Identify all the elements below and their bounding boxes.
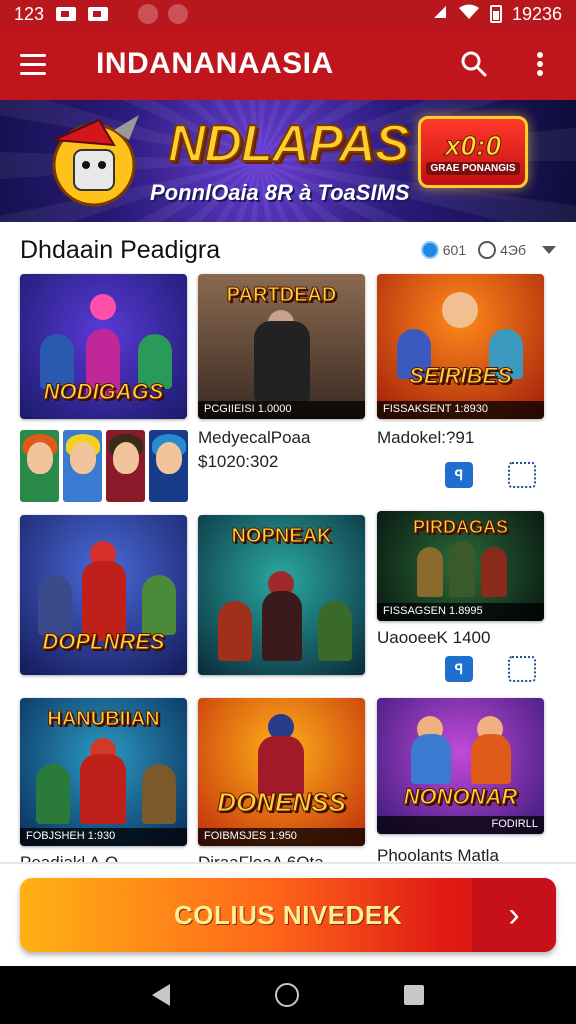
section-title: Dhdaain Peadigra — [20, 235, 221, 264]
character-thumb[interactable] — [149, 430, 188, 502]
character-thumb[interactable] — [106, 430, 145, 502]
section-header: Dhdaain Peadigra 601 4Эб — [0, 230, 576, 270]
tile-title: DOPLNRES — [42, 629, 165, 655]
status-time-left: 123 — [14, 3, 45, 24]
badge-label: GRAE PONANGIS — [426, 161, 520, 175]
notification-icon — [56, 7, 77, 21]
signal-icon — [432, 4, 448, 25]
tile-title: NODIGAGS — [43, 379, 164, 405]
toggle-icon — [420, 241, 439, 259]
system-nav-bar — [0, 966, 576, 1024]
banner-title: NDLAPAS — [167, 114, 410, 174]
back-icon[interactable] — [152, 984, 171, 1006]
tile-footer: PCGIIEISI 1.0000 — [198, 401, 365, 419]
tile-title: HANUBIIAN — [47, 708, 160, 731]
filter-toggle[interactable]: 601 — [420, 241, 467, 259]
badge-amount: x0:0 — [444, 129, 502, 161]
select-button[interactable] — [508, 462, 536, 488]
tile-title: NONONAR — [403, 784, 518, 810]
tile-title: PARTDEAD — [226, 284, 337, 307]
tile-footer: FISSAKSENT 1:8930 — [377, 401, 544, 419]
game-tile[interactable]: NONONAR FODIRLL — [377, 698, 544, 834]
game-tile[interactable]: DOPLNRES — [20, 515, 187, 675]
wifi-icon — [458, 4, 480, 25]
tile-footer: FISSAGSEN 1.8995 — [377, 603, 544, 621]
comments-button[interactable]: 4Эб — [478, 241, 526, 259]
game-tile[interactable]: NOPNEAK — [198, 515, 365, 675]
status-time-right: 19236 — [511, 3, 562, 24]
banner-subtitle: PonnlOaia 8R à ToaSIMS — [150, 180, 410, 205]
comments-count: 4Эб — [500, 242, 526, 258]
game-tile[interactable]: PARTDEAD PCGIIEISI 1.0000 — [198, 274, 365, 419]
tile-footer: FOBJSHEH 1:930 — [20, 828, 187, 846]
game-tile[interactable]: PIRDAGAS FISSAGSEN 1.8995 — [377, 511, 544, 621]
character-thumbnails — [20, 430, 188, 502]
download-button[interactable]: ꟼ — [445, 656, 473, 682]
tile-footer: FOIBMSJES 1:950 — [198, 828, 365, 846]
recent-apps-icon[interactable] — [403, 985, 424, 1005]
more-options-icon[interactable] — [524, 48, 556, 80]
chevron-right-icon: › — [472, 878, 556, 952]
tile-title: DONENSS — [217, 787, 347, 818]
bonus-badge[interactable]: x0:0 GRAE PONANGIS — [418, 116, 528, 188]
filter-count: 601 — [442, 242, 467, 258]
tile-title: NOPNEAK — [231, 525, 332, 548]
promo-banner[interactable]: NDLAPAS PonnlOaia 8R à ToaSIMS x0:0 GRAE… — [0, 100, 576, 222]
cta-label: COLIUS NIVEDEK — [173, 899, 403, 930]
menu-icon[interactable] — [20, 46, 56, 82]
tile-caption: Madokel:?91 — [377, 428, 475, 447]
notification-icon — [88, 7, 109, 21]
cta-button[interactable]: COLIUS NIVEDEK › — [20, 878, 556, 952]
character-thumb[interactable] — [20, 430, 59, 502]
battery-icon — [489, 5, 502, 23]
app-bar: INDANANAASIA — [0, 28, 576, 100]
tile-caption: UaooeeK 1400 — [377, 628, 491, 647]
app-title: INDANANAASIA — [96, 47, 334, 80]
status-indicator — [168, 4, 189, 24]
tile-caption: MedyecalPoaa — [198, 428, 311, 447]
chevron-down-icon[interactable] — [542, 246, 556, 254]
divider — [0, 862, 576, 864]
home-icon[interactable] — [274, 983, 299, 1007]
select-button[interactable] — [508, 656, 536, 682]
game-tile[interactable]: DONENSS FOIBMSJES 1:950 — [198, 698, 365, 846]
game-tile[interactable]: NODIGAGS — [20, 274, 187, 419]
character-thumb[interactable] — [63, 430, 102, 502]
search-icon[interactable] — [458, 48, 490, 80]
tile-title: PIRDAGAS — [412, 517, 508, 538]
mascot-icon — [52, 115, 139, 207]
status-indicator — [138, 4, 159, 24]
tile-price: $1020:302 — [198, 452, 279, 471]
tile-title: SEIRIBES — [409, 363, 513, 389]
game-tile[interactable]: HANUBIIAN FOBJSHEH 1:930 — [20, 698, 187, 846]
chat-icon — [478, 241, 497, 259]
tile-footer: FODIRLL — [377, 816, 544, 834]
status-bar: 123 19236 — [0, 0, 576, 28]
game-tile[interactable]: SEIRIBES FISSAKSENT 1:8930 — [377, 274, 544, 419]
download-button[interactable]: ꟼ — [445, 462, 473, 488]
